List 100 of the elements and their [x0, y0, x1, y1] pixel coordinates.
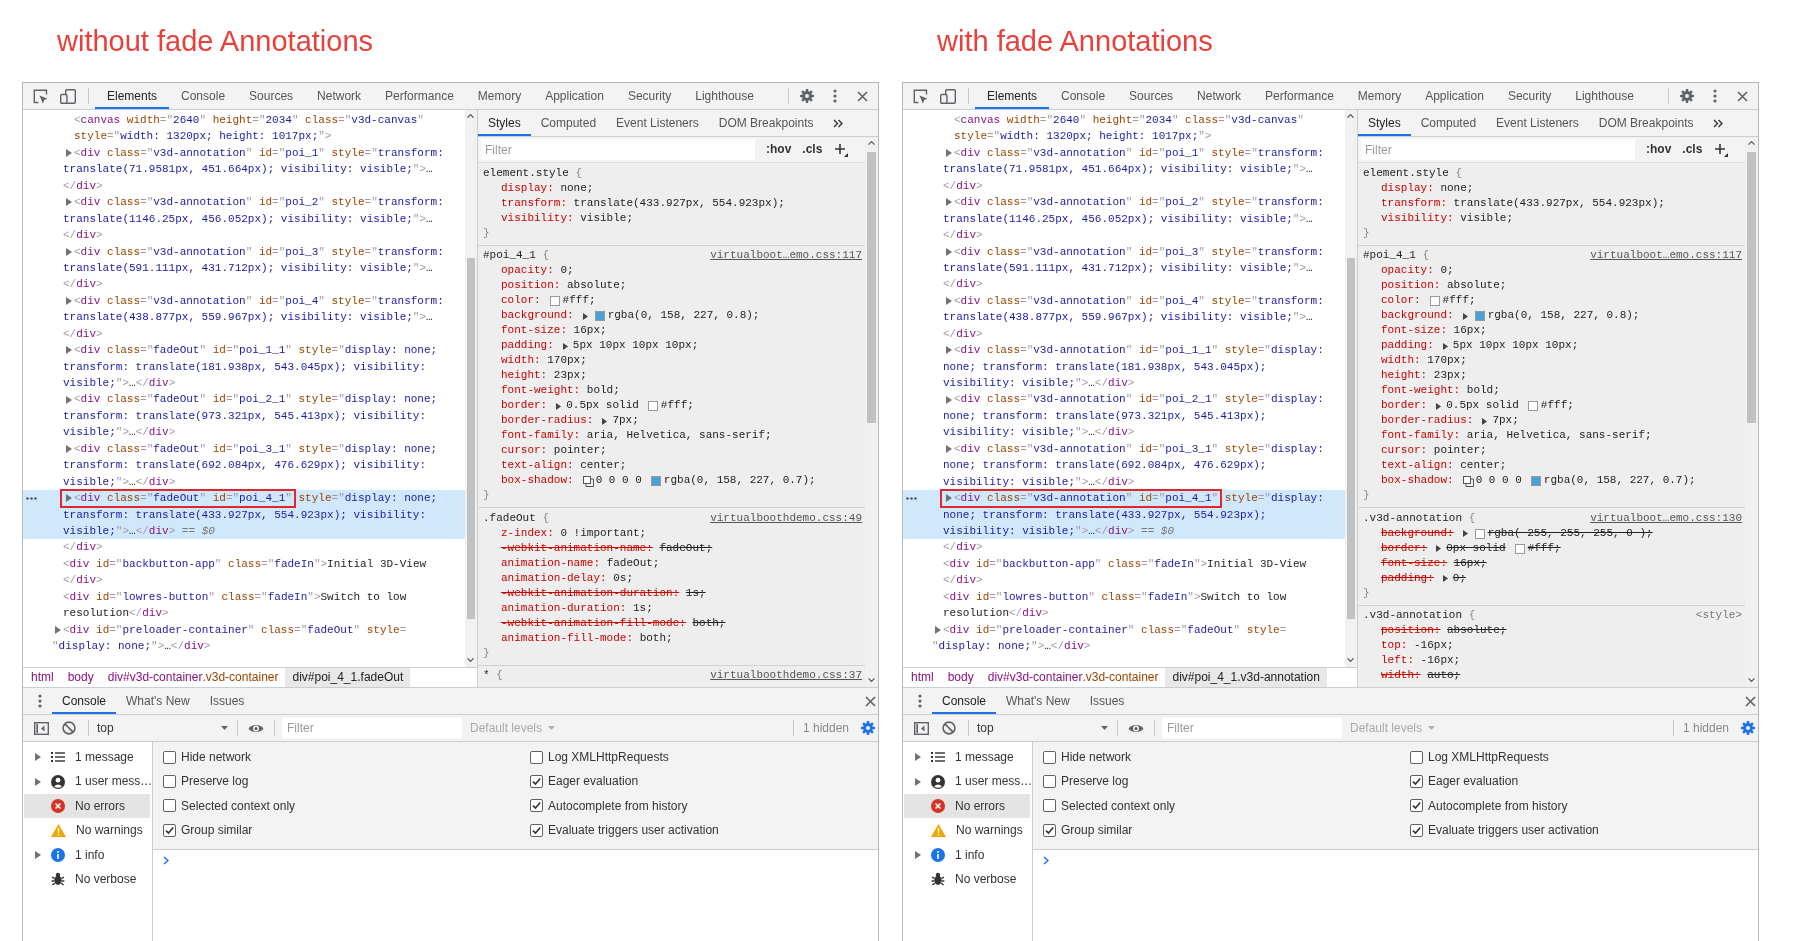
scroll-up-icon[interactable] — [868, 141, 875, 145]
dom-node-line[interactable]: transform: translate(433.927px, 554.923px); visibility: — [63, 506, 427, 523]
dom-node-line[interactable]: <div class="v3d-annotation" id="poi_3" style="transform: — [954, 243, 1324, 260]
dom-node-line[interactable]: <canvas width="2640" height="2034" class="v3d-canvas" — [74, 112, 424, 129]
styles-tab[interactable]: DOM Breakpoints — [1588, 110, 1704, 136]
checkbox[interactable] — [163, 750, 176, 764]
dom-node-line[interactable]: </div> — [943, 572, 983, 589]
style-toolbar-button[interactable]: .cls — [802, 142, 823, 157]
dom-node-line[interactable]: </div> — [63, 177, 103, 195]
checkbox-label[interactable]: Selected context only — [1061, 798, 1176, 814]
dom-node-line[interactable]: <div id="backbutton-app" class="fadeIn">Initial 3D-View — [63, 555, 427, 573]
dom-node-line[interactable]: none; transform: translate(973.321px, 545.413px); — [943, 407, 1267, 425]
dom-node-line[interactable]: <div class="v3d-annotation" id="poi_3_1" style="display: — [954, 440, 1324, 458]
color-swatch-icon[interactable] — [1474, 528, 1485, 539]
clear-console-icon[interactable] — [942, 721, 956, 735]
inspect-icon[interactable] — [33, 88, 48, 104]
checkbox[interactable] — [1410, 775, 1423, 789]
device-icon[interactable] — [60, 88, 76, 104]
prompt-chevron-icon[interactable] — [163, 855, 169, 865]
sidebar-toggle-icon[interactable] — [34, 721, 49, 735]
triangle-icon[interactable] — [602, 417, 608, 425]
color-swatch-icon[interactable] — [647, 401, 658, 411]
source-link[interactable]: virtualboothdemo.css:49 — [710, 511, 862, 526]
styles-tab[interactable]: DOM Breakpoints — [708, 110, 824, 136]
device-icon[interactable] — [940, 88, 956, 104]
breadcrumb-link[interactable]: div#v3d-container.v3d-container — [100, 668, 286, 687]
dom-node-line[interactable]: </div> — [943, 539, 983, 556]
dom-node-line[interactable]: </div> — [63, 539, 103, 556]
color-swatch-icon[interactable] — [549, 296, 560, 306]
shadow-editor-icon[interactable] — [1462, 475, 1474, 487]
checkbox[interactable] — [1043, 799, 1056, 813]
sidebar-item[interactable]: No verbose — [904, 866, 1030, 892]
more-icon[interactable] — [906, 497, 917, 501]
dom-node-line[interactable]: translate(1146.25px, 456.052px); visibility: visible;">… — [943, 210, 1313, 228]
panel-tab[interactable]: Console — [169, 83, 238, 109]
dom-node-line[interactable]: </div> — [943, 325, 983, 343]
checkbox-label[interactable]: Autocomplete from history — [548, 798, 688, 814]
dom-node-line[interactable]: </div> — [943, 227, 983, 244]
scroll-up-icon[interactable] — [1347, 114, 1354, 118]
context-select[interactable]: top — [974, 718, 1114, 738]
checkbox-label[interactable]: Eager evaluation — [1428, 774, 1519, 789]
checkbox-label[interactable]: Evaluate triggers user activation — [548, 823, 719, 838]
dom-node-line[interactable]: resolution</div> — [63, 605, 169, 622]
triangle-icon[interactable] — [915, 753, 921, 762]
checkbox[interactable] — [530, 799, 543, 813]
style-toolbar-button[interactable]: :hov — [766, 142, 792, 157]
double-chevron-icon[interactable] — [1713, 118, 1724, 128]
checkbox[interactable] — [1410, 750, 1423, 764]
scroll-up-icon[interactable] — [1748, 141, 1755, 145]
triangle-icon[interactable] — [66, 346, 72, 355]
styles-tab[interactable]: Event Listeners — [1486, 110, 1589, 136]
dom-node-line[interactable]: <div class="fadeOut" id="poi_3_1" style="display: none; — [74, 440, 438, 458]
dom-node-line[interactable]: <div class="fadeOut" id="poi_2_1" style="display: none; — [74, 391, 438, 408]
dom-node-line[interactable]: none; transform: translate(433.927px, 554.923px); — [943, 506, 1267, 523]
dom-node-line[interactable]: </div> — [63, 227, 103, 244]
checkbox-label[interactable]: Log XMLHttpRequests — [548, 750, 669, 765]
dom-node-line[interactable]: translate(438.877px, 559.967px); visibility: visible;">… — [63, 309, 433, 326]
dom-node-line[interactable]: </div> — [63, 276, 103, 293]
dom-node-line[interactable]: <canvas width="2640" height="2034" class="v3d-canvas" — [954, 112, 1304, 129]
dom-node-line[interactable]: visibility: visible;">…</div> — [943, 473, 1135, 491]
color-swatch-icon[interactable] — [1530, 476, 1541, 486]
dom-node-line[interactable]: </div> — [943, 177, 983, 195]
sidebar-item[interactable]: No errors — [904, 793, 1030, 819]
panel-tab[interactable]: Memory — [465, 83, 534, 109]
dom-node-line[interactable]: <div class="v3d-annotation" id="poi_3" style="transform: — [74, 243, 444, 260]
checkbox[interactable] — [1043, 750, 1056, 764]
panel-tab[interactable]: Sources — [237, 83, 306, 109]
triangle-icon[interactable] — [946, 395, 952, 404]
dom-node-line[interactable]: <div class="fadeOut" id="poi_4_1" style="display: none; — [74, 490, 438, 507]
triangle-icon[interactable] — [556, 402, 562, 410]
checkbox-label[interactable]: Eager evaluation — [548, 774, 639, 789]
triangle-icon[interactable] — [66, 494, 72, 503]
dom-node-line[interactable]: transform: translate(181.938px, 543.045px); visibility: — [63, 358, 427, 375]
checkbox-label[interactable]: Group similar — [1061, 823, 1133, 838]
dom-node-line[interactable]: translate(591.111px, 431.712px); visibility: visible;">… — [63, 259, 433, 277]
checkbox[interactable] — [1410, 799, 1423, 813]
more-icon[interactable] — [1713, 89, 1717, 103]
dom-node-line[interactable]: <div class="v3d-annotation" id="poi_2_1" style="display: — [954, 391, 1324, 408]
breadcrumb-link[interactable]: body — [940, 668, 981, 687]
checkbox-label[interactable]: Selected context only — [181, 798, 296, 814]
panel-tab[interactable]: Security — [1495, 83, 1564, 109]
color-swatch-icon[interactable] — [1474, 311, 1485, 321]
styles-tab[interactable]: Computed — [1410, 110, 1487, 136]
dom-node-line[interactable]: visible;">…</div> — [63, 424, 176, 441]
more-icon[interactable] — [918, 694, 922, 708]
style-toolbar-button[interactable]: .cls — [1682, 142, 1703, 157]
scroll-down-icon[interactable] — [1748, 678, 1755, 682]
triangle-icon[interactable] — [35, 753, 41, 762]
panel-tab[interactable]: Lighthouse — [1563, 83, 1646, 109]
inspect-icon[interactable] — [913, 88, 928, 104]
styles-tab[interactable]: Computed — [530, 110, 607, 136]
triangle-icon[interactable] — [582, 312, 588, 320]
sidebar-item[interactable]: No warnings — [24, 818, 150, 843]
eye-icon[interactable] — [1128, 722, 1144, 734]
settings-icon[interactable] — [1680, 89, 1694, 103]
color-swatch-icon[interactable] — [1429, 296, 1440, 306]
color-swatch-icon[interactable] — [650, 476, 661, 486]
plus-icon[interactable] — [834, 142, 849, 157]
checkbox-label[interactable]: Evaluate triggers user activation — [1428, 823, 1599, 838]
dom-node-line[interactable]: visibility: visible;">…</div> — [943, 375, 1135, 392]
